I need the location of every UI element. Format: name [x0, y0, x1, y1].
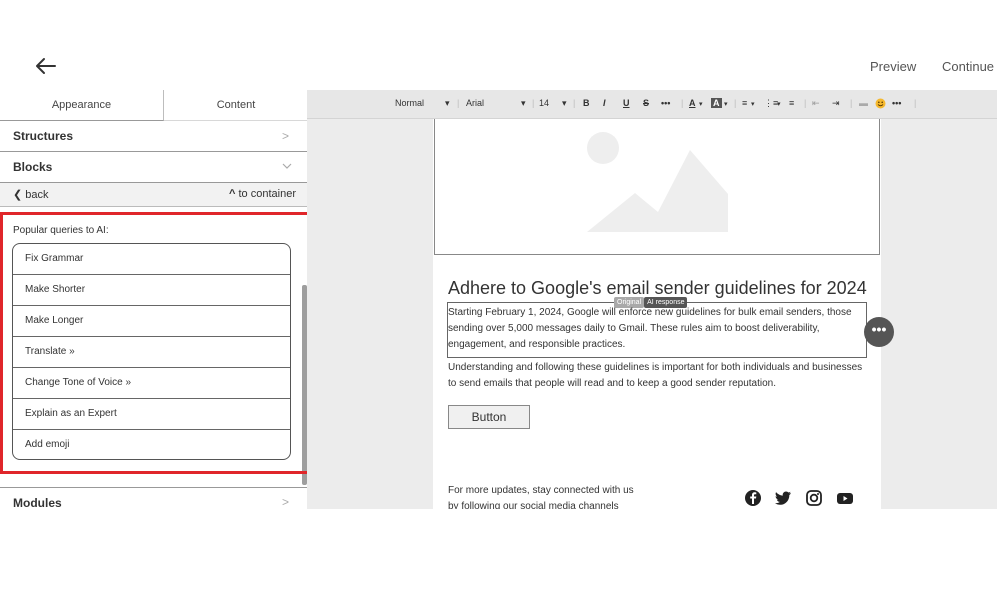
to-container-link[interactable]: ^ to container — [229, 188, 296, 200]
email-paragraph-1[interactable]: Starting February 1, 2024, Google will e… — [448, 305, 868, 353]
email-template: Adhere to Google's email sender guidelin… — [433, 119, 881, 509]
divider: | — [532, 98, 535, 108]
tab-content[interactable]: Content — [165, 90, 307, 121]
align-icon[interactable]: ≡ — [742, 98, 747, 108]
divider: | — [850, 98, 853, 108]
back-row: ❮ back ^ to container — [0, 183, 307, 207]
image-placeholder[interactable] — [434, 119, 880, 255]
font-family-select[interactable]: Arial — [466, 98, 484, 108]
dropdown-arrow-icon[interactable]: ▾ — [445, 98, 450, 109]
instagram-icon[interactable] — [805, 489, 823, 507]
more-options-button[interactable]: ••• — [892, 98, 901, 108]
ai-query-change-tone[interactable]: Change Tone of Voice » — [13, 368, 290, 399]
dropdown-arrow-icon[interactable]: ▾ — [777, 100, 781, 108]
blocks-section[interactable]: Blocks — [0, 152, 307, 183]
dropdown-arrow-icon[interactable]: ▾ — [699, 100, 703, 108]
blocks-label: Blocks — [13, 160, 53, 174]
italic-button[interactable]: I — [603, 98, 606, 108]
facebook-icon[interactable] — [744, 489, 762, 507]
chevron-right-icon: > — [282, 495, 290, 509]
chevron-left-icon: ❮ — [13, 189, 23, 201]
divider: | — [573, 98, 576, 108]
indent-icon[interactable]: ⇥ — [832, 98, 840, 109]
chevron-right-icon: > — [282, 129, 290, 143]
ai-query-make-longer[interactable]: Make Longer — [13, 306, 290, 337]
email-button[interactable]: Button — [448, 405, 530, 429]
divider: | — [914, 98, 917, 108]
outdent-icon[interactable]: ⇤ — [812, 98, 820, 109]
preview-link[interactable]: Preview — [870, 59, 916, 74]
modules-label: Modules — [13, 496, 62, 509]
ai-query-translate[interactable]: Translate » — [13, 337, 290, 368]
email-paragraph-2[interactable]: Understanding and following these guidel… — [448, 360, 868, 392]
more-format-button[interactable]: ••• — [661, 98, 670, 108]
chevron-down-icon — [282, 163, 292, 169]
background-color-icon[interactable]: A — [711, 98, 722, 108]
link-icon[interactable]: ▬ — [859, 98, 868, 108]
paragraph-style-select[interactable]: Normal — [395, 98, 424, 108]
sidebar-tabs: Appearance Content — [0, 90, 307, 121]
response-toggle: Original AI response — [614, 291, 688, 308]
dropdown-arrow-icon[interactable]: ▾ — [521, 98, 526, 109]
chevron-up-icon: ^ — [229, 188, 236, 200]
ai-query-list: Fix Grammar Make Shorter Make Longer Tra… — [12, 243, 291, 460]
ai-queries-panel: Popular queries to AI: Fix Grammar Make … — [0, 212, 310, 474]
to-container-label: to container — [238, 188, 296, 200]
back-link[interactable]: ❮ back — [13, 188, 49, 201]
footer-text[interactable]: For more updates, stay connected with us… — [448, 483, 688, 509]
ai-query-explain-expert[interactable]: Explain as an Expert — [13, 399, 290, 430]
top-bar: Preview Continue — [0, 0, 1004, 90]
text-color-icon[interactable]: A — [689, 98, 696, 108]
numbered-list-icon[interactable]: ≡ — [789, 98, 794, 108]
structures-label: Structures — [13, 129, 74, 143]
more-actions-button[interactable]: ••• — [864, 317, 894, 347]
dropdown-arrow-icon[interactable]: ▾ — [751, 100, 755, 108]
underline-button[interactable]: U — [623, 98, 630, 108]
font-size-select[interactable]: 14 — [539, 98, 549, 108]
dropdown-arrow-icon[interactable]: ▾ — [562, 98, 567, 109]
emoji-icon[interactable] — [875, 98, 886, 109]
ai-query-fix-grammar[interactable]: Fix Grammar — [13, 244, 290, 275]
divider: | — [681, 98, 684, 108]
footer-line-1: For more updates, stay connected with us — [448, 485, 634, 496]
ai-query-add-emoji[interactable]: Add emoji — [13, 430, 290, 459]
ai-panel-title: Popular queries to AI: — [13, 225, 109, 236]
divider: | — [734, 98, 737, 108]
ai-query-make-shorter[interactable]: Make Shorter — [13, 275, 290, 306]
footer-line-2: by following our social media channels — [448, 501, 619, 509]
continue-link[interactable]: Continue — [942, 59, 994, 74]
divider: | — [804, 98, 807, 108]
back-label: back — [25, 189, 49, 201]
editor-canvas: Adhere to Google's email sender guidelin… — [307, 119, 997, 509]
bold-button[interactable]: B — [583, 98, 590, 108]
twitter-icon[interactable] — [774, 489, 792, 507]
divider: | — [457, 98, 460, 108]
youtube-icon[interactable] — [836, 489, 854, 507]
modules-section[interactable]: Modules > — [0, 487, 307, 509]
strikethrough-button[interactable]: S — [643, 98, 649, 108]
formatting-toolbar: Normal ▾ | Arial ▾ | 14 ▾ | B I U S ••• … — [307, 90, 997, 119]
image-icon — [587, 132, 728, 232]
structures-section[interactable]: Structures > — [0, 121, 307, 152]
dropdown-arrow-icon[interactable]: ▾ — [724, 100, 728, 108]
back-arrow-icon[interactable] — [34, 54, 58, 78]
tab-appearance[interactable]: Appearance — [0, 90, 164, 121]
